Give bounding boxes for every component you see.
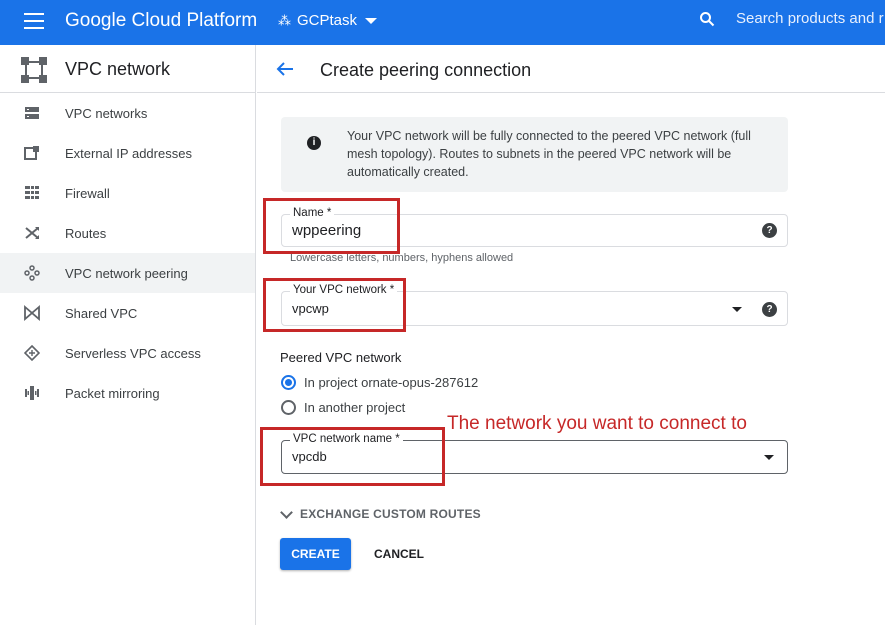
sidebar-item-serverless-vpc[interactable]: Serverless VPC access: [0, 333, 255, 373]
top-app-bar: Google Cloud Platform ⁂ GCPtask Search pr…: [0, 0, 885, 45]
page-header: Create peering connection: [257, 45, 885, 93]
sidebar-item-external-ip[interactable]: External IP addresses: [0, 133, 255, 173]
chevron-down-icon: [764, 455, 774, 460]
help-icon[interactable]: ?: [762, 302, 777, 317]
back-arrow-icon[interactable]: [275, 59, 295, 79]
sidebar-item-vpc-networks[interactable]: VPC networks: [0, 93, 255, 133]
info-text: Your VPC network will be fully connected…: [347, 129, 751, 179]
sidebar-item-firewall[interactable]: Firewall: [0, 173, 255, 213]
annotation-text: The network you want to connect to: [447, 413, 747, 434]
sidebar-item-label: Packet mirroring: [65, 385, 160, 401]
routes-icon: [25, 227, 39, 239]
exchange-label: EXCHANGE CUSTOM ROUTES: [300, 507, 481, 521]
project-icon: ⁂: [278, 13, 291, 28]
sidebar-item-label: External IP addresses: [65, 145, 192, 161]
sidebar-item-label: VPC network peering: [65, 265, 188, 281]
radio-another-project[interactable]: In another project: [281, 400, 405, 415]
vpc-networks-icon: [25, 107, 39, 119]
sidebar-title: VPC network: [65, 59, 171, 79]
radio-in-project[interactable]: In project ornate-opus-287612: [281, 375, 478, 390]
page-title: Create peering connection: [320, 60, 532, 80]
sidebar-item-label: Shared VPC: [65, 305, 138, 321]
project-selector[interactable]: ⁂ GCPtask: [278, 12, 378, 29]
sidebar-header: VPC network: [0, 45, 255, 93]
highlight-box-vpc-name: [260, 427, 445, 486]
project-name: GCPtask: [297, 12, 358, 29]
help-icon[interactable]: ?: [762, 223, 777, 238]
serverless-icon: [24, 345, 40, 361]
radio-button-checked[interactable]: [281, 375, 296, 390]
vpc-network-logo-icon: [21, 57, 47, 83]
highlight-box-name: [263, 198, 400, 254]
cancel-button[interactable]: CANCEL: [365, 538, 433, 570]
search-icon[interactable]: [699, 11, 715, 27]
sidebar-item-vpc-network-peering[interactable]: VPC network peering: [0, 253, 255, 293]
create-button[interactable]: CREATE: [280, 538, 351, 570]
radio-label: In project ornate-opus-287612: [304, 375, 479, 390]
sidebar-item-label: VPC networks: [65, 105, 148, 121]
brand-title[interactable]: Google Cloud Platform: [65, 10, 257, 32]
sidebar-item-shared-vpc[interactable]: Shared VPC: [0, 293, 255, 333]
packet-mirroring-icon: [25, 386, 39, 400]
search-input[interactable]: Search products and r: [736, 10, 884, 27]
sidebar-item-routes[interactable]: Routes: [0, 213, 255, 253]
sidebar-item-label: Firewall: [65, 185, 110, 201]
chevron-down-icon: [365, 18, 378, 25]
highlight-box-your-vpc: [263, 278, 406, 332]
sidebar: VPC network VPC networks External IP add…: [0, 45, 256, 625]
firewall-icon: [25, 186, 39, 200]
hamburger-icon[interactable]: [24, 13, 44, 31]
radio-label: In another project: [304, 400, 406, 415]
peering-icon: [24, 265, 40, 281]
info-banner: i Your VPC network will be fully connect…: [281, 117, 788, 192]
chevron-down-icon: [280, 505, 293, 519]
chevron-down-icon: [732, 307, 742, 312]
peered-vpc-title: Peered VPC network: [280, 350, 402, 365]
sidebar-item-label: Serverless VPC access: [65, 345, 201, 361]
external-ip-icon: [24, 146, 39, 160]
sidebar-item-label: Routes: [65, 225, 107, 241]
sidebar-item-packet-mirroring[interactable]: Packet mirroring: [0, 373, 255, 413]
info-icon: i: [307, 136, 321, 150]
exchange-custom-routes-toggle[interactable]: EXCHANGE CUSTOM ROUTES: [278, 505, 481, 521]
radio-button[interactable]: [281, 400, 296, 415]
shared-vpc-icon: [24, 305, 40, 321]
